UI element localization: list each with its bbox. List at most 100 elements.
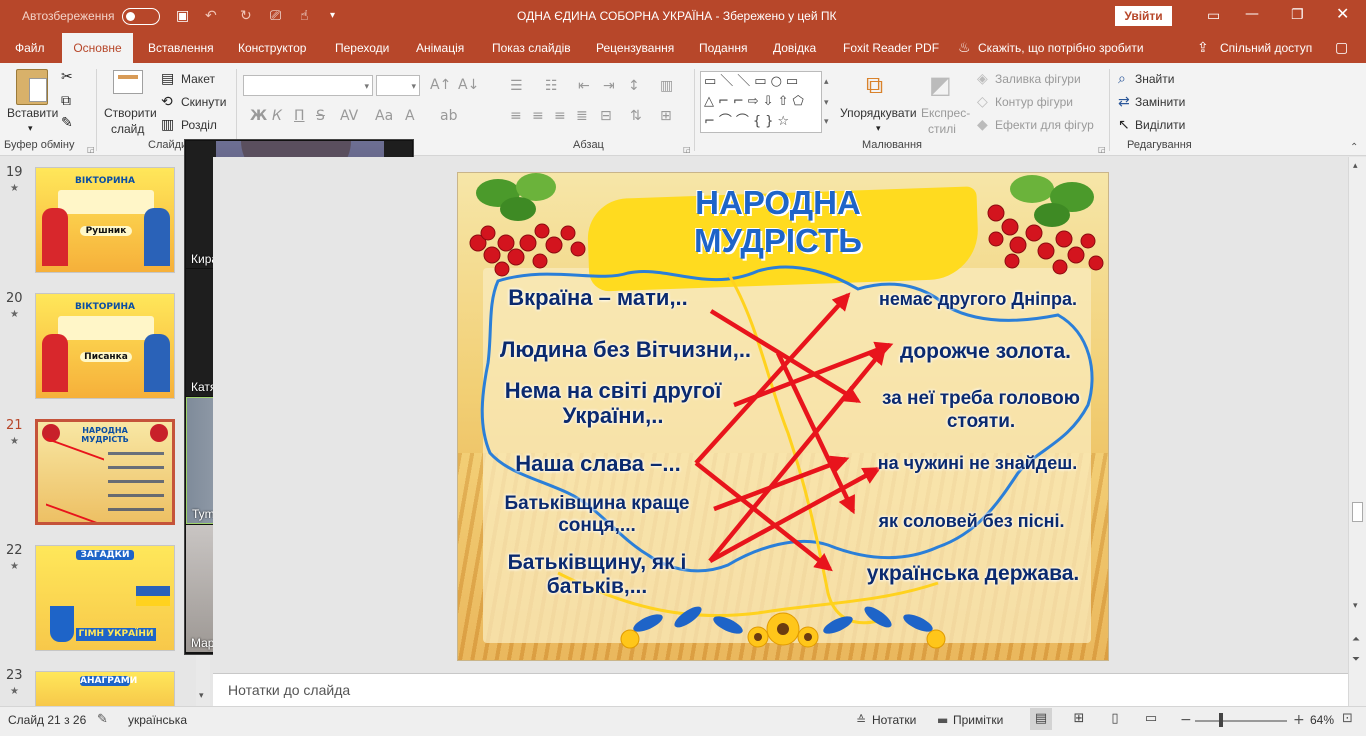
sign-in-button[interactable]: Увійти [1115, 6, 1172, 26]
previous-slide-icon[interactable]: ⏶ [1352, 633, 1360, 647]
fit-to-window-icon[interactable]: ⊡ [1342, 712, 1353, 726]
collapse-ribbon-icon[interactable]: ⌃ [1350, 141, 1358, 155]
zoom-out-icon[interactable]: − [1180, 713, 1192, 727]
slide-scrollbar[interactable]: ▴ ▾ ⏶ ⏷ [1348, 157, 1366, 706]
normal-view-icon[interactable]: ▤ [1030, 708, 1052, 730]
share-button[interactable]: Спільний доступ [1214, 33, 1318, 63]
align-center-icon[interactable]: ≡ [532, 109, 544, 123]
justify-icon[interactable]: ≣ [576, 109, 588, 123]
paste-dropdown-icon[interactable]: ▾ [28, 122, 33, 136]
tab-transitions[interactable]: Переходи [329, 33, 395, 63]
touch-mode-icon[interactable]: ☝ [300, 9, 309, 23]
replace-button[interactable]: Замінити [1135, 95, 1185, 109]
highlight-icon[interactable]: ab [440, 109, 457, 123]
arrange-button[interactable]: Упорядкувати [840, 106, 917, 120]
increase-indent-icon[interactable]: ⇥ [603, 79, 615, 93]
notes-placeholder[interactable]: Нотатки до слайда [228, 682, 350, 698]
notes-pane[interactable]: Нотатки до слайда [213, 673, 1348, 706]
char-spacing-icon[interactable]: AV [340, 109, 358, 123]
tab-file[interactable]: Файл [9, 33, 51, 63]
arrange-dropdown-icon[interactable]: ▾ [876, 122, 881, 136]
tab-animations[interactable]: Анімація [410, 33, 470, 63]
bold-button[interactable]: Ж [250, 109, 267, 123]
clipboard-launcher-icon[interactable]: ◲ [87, 143, 95, 157]
shape-fill-button[interactable]: Заливка фігури [995, 72, 1081, 86]
tab-design[interactable]: Конструктор [232, 33, 312, 63]
reset-button[interactable]: Скинути [181, 95, 226, 109]
slide-thumbnail[interactable]: ЗАГАДКИ ГІМН УКРАЇНИ [35, 545, 175, 651]
next-slide-icon[interactable]: ⏷ [1352, 653, 1360, 667]
tab-view[interactable]: Подання [693, 33, 753, 63]
chevron-down-icon[interactable]: ▾ [364, 80, 369, 94]
presentation-icon[interactable]: ⎚ [270, 9, 281, 23]
ribbon-display-icon[interactable]: ▭ [1207, 9, 1220, 23]
find-button[interactable]: Знайти [1135, 72, 1174, 86]
zoom-in-icon[interactable]: + [1293, 713, 1305, 727]
arrange-icon[interactable]: ⧉ [866, 73, 883, 97]
slideshow-icon[interactable]: ▭ [1140, 708, 1162, 730]
zoom-level[interactable]: 64% [1310, 713, 1334, 727]
spellcheck-icon[interactable]: ✎ [97, 713, 108, 727]
font-name-box[interactable]: ▾ [243, 75, 373, 96]
reading-view-icon[interactable]: ▯ [1104, 708, 1126, 730]
gallery-more-icon[interactable]: ▾ [824, 115, 829, 129]
shape-effects-button[interactable]: Ефекти для фігур [995, 118, 1094, 132]
slide-thumbnail-selected[interactable]: НАРОДНА МУДРІСТЬ [35, 419, 175, 525]
italic-button[interactable]: К [272, 109, 282, 123]
distribute-icon[interactable]: ⊟ [600, 109, 612, 123]
save-icon[interactable]: ▣ [176, 9, 189, 23]
new-slide-label-2[interactable]: слайд [111, 122, 144, 136]
slide-sorter-icon[interactable]: ⊞ [1068, 708, 1090, 730]
zoom-slider[interactable] [1195, 720, 1287, 722]
bullets-icon[interactable]: ☰ [510, 79, 523, 93]
minimize-icon[interactable]: — [1245, 7, 1259, 21]
restore-icon[interactable]: ❐ [1291, 8, 1304, 22]
quick-styles-icon[interactable]: ◩ [929, 73, 952, 97]
align-text-icon[interactable]: ⊞ [660, 109, 672, 123]
decrease-indent-icon[interactable]: ⇤ [578, 79, 590, 93]
redo-icon[interactable]: ↻ [240, 9, 252, 23]
tab-slideshow[interactable]: Показ слайдів [486, 33, 577, 63]
scroll-up-icon[interactable]: ▴ [1353, 159, 1358, 173]
strikethrough-button[interactable]: S [316, 109, 325, 123]
gallery-up-icon[interactable]: ▴ [824, 75, 829, 89]
font-size-box[interactable]: ▾ [376, 75, 420, 96]
shrink-font-icon[interactable]: A↓ [458, 78, 479, 92]
tab-foxit[interactable]: Foxit Reader PDF [837, 33, 945, 63]
shapes-gallery[interactable]: ▭＼＼▭○▭ △⌐⌐⇨⇩⇧⬠ ⌐⌒⌒{}☆ [700, 71, 822, 133]
underline-button[interactable]: П [294, 109, 305, 123]
zoom-slider-thumb[interactable] [1219, 713, 1223, 727]
notes-toggle-button[interactable]: Нотатки [872, 713, 916, 727]
line-spacing-icon[interactable]: ↕ [628, 79, 640, 93]
section-button[interactable]: Розділ [181, 118, 217, 132]
gallery-down-icon[interactable]: ▾ [824, 96, 829, 110]
cut-icon[interactable]: ✂ [61, 70, 73, 84]
format-painter-icon[interactable]: ✎ [61, 116, 73, 130]
customize-qat-icon[interactable]: ▾ [330, 9, 335, 23]
scroll-down-icon[interactable]: ▾ [199, 689, 204, 703]
copy-icon[interactable]: ⧉ [61, 94, 71, 108]
slide-thumbnail[interactable]: ВІКТОРИНА Рушник [35, 167, 175, 273]
tab-help[interactable]: Довідка [767, 33, 822, 63]
current-slide[interactable]: НАРОДНА МУДРІСТЬ Вкраїна – мати,.. Людин… [457, 172, 1109, 661]
tab-home[interactable]: Основне [62, 33, 133, 63]
paste-icon[interactable] [16, 69, 48, 105]
columns-icon[interactable]: ▥ [660, 79, 673, 93]
language-indicator[interactable]: українська [128, 713, 187, 727]
drawing-launcher-icon[interactable]: ◲ [1098, 143, 1106, 157]
slide-thumbnail[interactable]: АНАГРАМИ [35, 671, 175, 706]
scroll-down-icon[interactable]: ▾ [1353, 599, 1358, 613]
paragraph-launcher-icon[interactable]: ◲ [683, 143, 691, 157]
text-direction-icon[interactable]: ⇅ [630, 109, 642, 123]
comments-toggle-button[interactable]: Примітки [953, 713, 1003, 727]
align-right-icon[interactable]: ≡ [554, 109, 566, 123]
change-case-icon[interactable]: Aa [375, 109, 393, 123]
select-button[interactable]: Виділити [1135, 118, 1185, 132]
font-color-icon[interactable]: A [405, 109, 415, 123]
tell-me-search[interactable]: Скажіть, що потрібно зробити [972, 33, 1150, 63]
shape-outline-button[interactable]: Контур фігури [995, 95, 1073, 109]
numbering-icon[interactable]: ☷ [545, 79, 558, 93]
comments-icon[interactable]: ▢ [1335, 41, 1348, 55]
align-left-icon[interactable]: ≡ [510, 109, 522, 123]
tab-review[interactable]: Рецензування [590, 33, 680, 63]
